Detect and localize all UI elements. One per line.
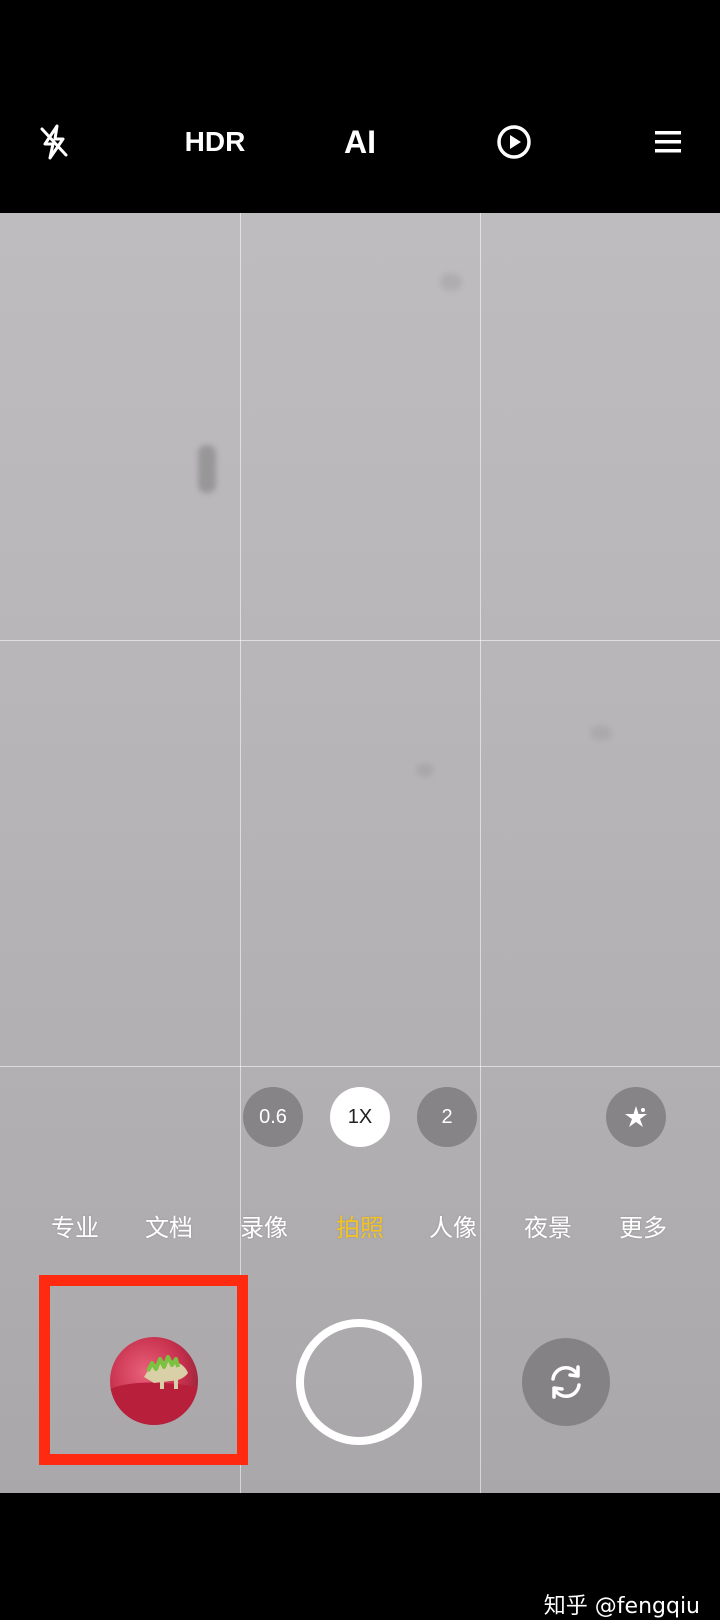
highlight-box xyxy=(39,1275,248,1465)
grid-line xyxy=(0,1066,720,1067)
menu-icon[interactable] xyxy=(640,114,696,170)
mode-portrait[interactable]: 人像 xyxy=(429,1208,477,1243)
zoom-2-button[interactable]: 2 xyxy=(417,1087,477,1147)
mode-document[interactable]: 文档 xyxy=(145,1208,193,1243)
mode-video[interactable]: 录像 xyxy=(240,1208,288,1243)
watermark: 知乎 @fengqiu xyxy=(543,1594,700,1619)
grid-line xyxy=(480,213,481,1493)
zoom-0-6-button[interactable]: 0.6 xyxy=(243,1087,303,1147)
mode-more[interactable]: 更多 xyxy=(619,1208,667,1243)
live-photo-icon[interactable] xyxy=(486,114,542,170)
shutter-button[interactable] xyxy=(296,1319,422,1445)
mode-photo[interactable]: 拍照 xyxy=(336,1208,384,1243)
scene-smudge xyxy=(416,763,434,777)
mode-night[interactable]: 夜景 xyxy=(524,1208,572,1243)
sparkle-icon[interactable] xyxy=(606,1087,666,1147)
zoom-1x-button[interactable]: 1X xyxy=(330,1087,390,1147)
flip-camera-icon[interactable] xyxy=(522,1338,610,1426)
hdr-button[interactable]: HDR xyxy=(160,114,270,170)
flash-off-icon[interactable] xyxy=(26,114,82,170)
top-toolbar: HDR AI xyxy=(0,0,720,213)
mode-pro[interactable]: 专业 xyxy=(51,1208,99,1243)
scene-smudge xyxy=(440,273,462,291)
scene-smudge xyxy=(590,725,612,741)
scene-smudge xyxy=(198,445,216,493)
ai-button[interactable]: AI xyxy=(320,114,400,170)
grid-line xyxy=(0,640,720,641)
